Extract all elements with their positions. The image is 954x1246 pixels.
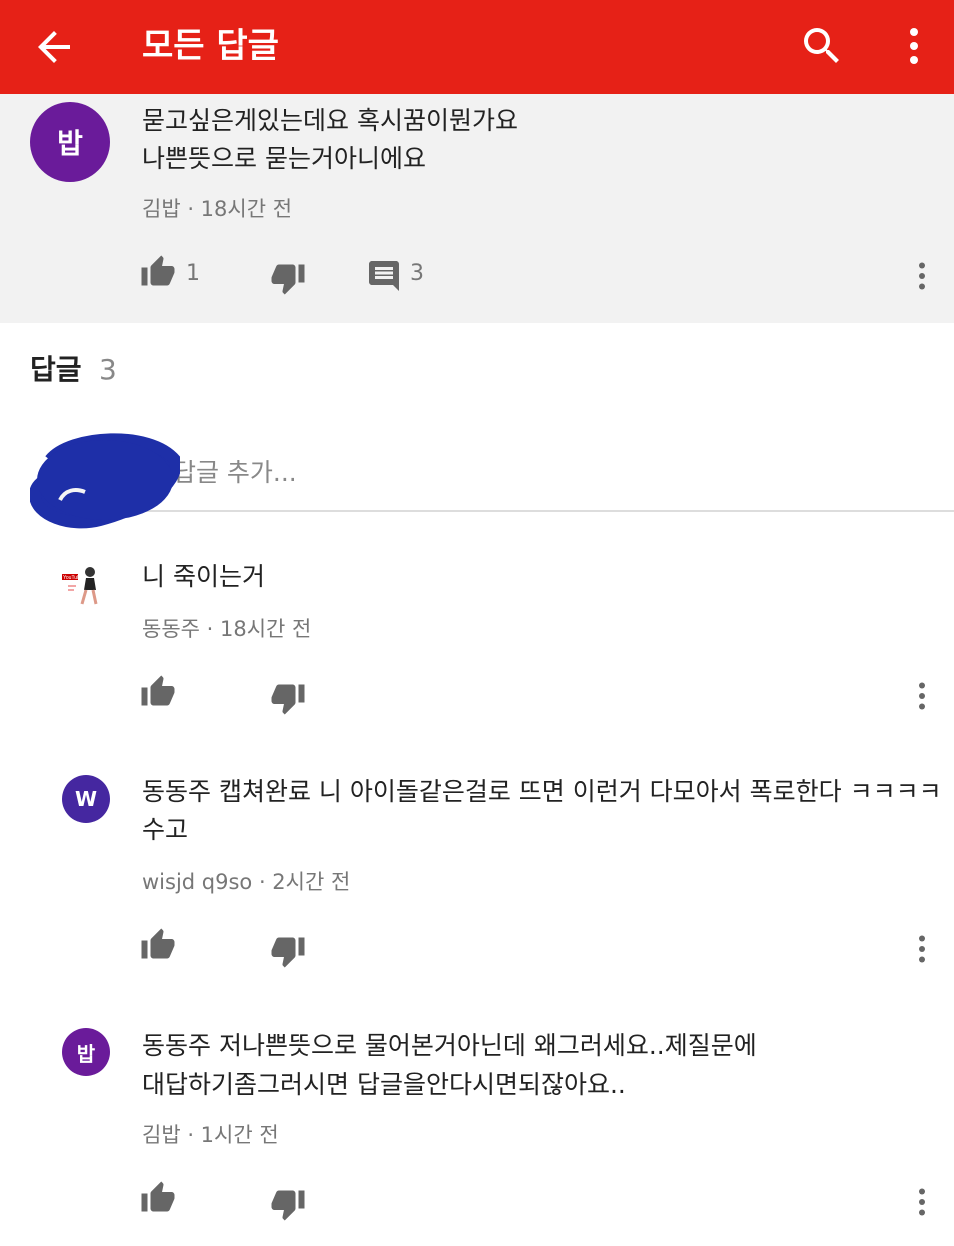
more-vert-icon[interactable] bbox=[904, 1184, 940, 1220]
more-vert-icon[interactable] bbox=[904, 931, 940, 967]
page-title: 모든 답글 bbox=[142, 26, 279, 66]
like-count: 1 bbox=[186, 261, 200, 286]
avatar[interactable]: YouTube bbox=[60, 560, 108, 608]
more-vert-icon[interactable] bbox=[890, 22, 938, 70]
comment-text-line: 수고 bbox=[142, 815, 189, 844]
comment-meta: 동동주 · 18시간 전 bbox=[142, 617, 312, 641]
more-vert-icon[interactable] bbox=[904, 258, 940, 294]
replies-count: 3 bbox=[99, 353, 117, 386]
comment-text-line: 묻고싶은게있는데요 혹시꿈이뭔가요 bbox=[142, 106, 518, 135]
avatar[interactable]: W bbox=[62, 775, 110, 823]
thumb-up-icon[interactable] bbox=[140, 674, 176, 710]
comment-text-line: 대답하기좀그러시면 답글을안다시면되잖아요.. bbox=[142, 1070, 626, 1099]
search-icon[interactable] bbox=[798, 22, 846, 70]
reply-comment-icon[interactable] bbox=[366, 258, 402, 294]
thumb-up-icon[interactable] bbox=[140, 927, 176, 963]
parent-comment: 밥 묻고싶은게있는데요 혹시꿈이뭔가요 나쁜뜻으로 묻는거아니에요 김밥 · 1… bbox=[0, 94, 954, 323]
replies-heading: 답글 bbox=[30, 353, 82, 386]
avatar-logo-text: YouTube bbox=[63, 575, 83, 581]
back-arrow-icon[interactable] bbox=[30, 23, 78, 71]
avatar-image: YouTube bbox=[62, 567, 98, 605]
comment-text-line: 나쁜뜻으로 묻는거아니에요 bbox=[142, 144, 426, 173]
thumb-up-icon[interactable] bbox=[140, 254, 176, 290]
redaction-scribble bbox=[30, 433, 180, 529]
more-vert-icon[interactable] bbox=[904, 678, 940, 714]
thumb-up-icon[interactable] bbox=[140, 1180, 176, 1216]
comment-meta: wisjd q9so · 2시간 전 bbox=[142, 870, 351, 894]
comment-text-line: 니 죽이는거 bbox=[142, 562, 265, 591]
comment-meta: 김밥 · 18시간 전 bbox=[142, 197, 293, 221]
app-bar: 모든 답글 bbox=[0, 0, 954, 94]
comment-text-line: 동동주 캡쳐완료 니 아이돌같은걸로 뜨면 이런거 다모아서 폭로한다 ㅋㅋㅋㅋ bbox=[142, 777, 942, 806]
divider bbox=[142, 510, 954, 512]
reply-count: 3 bbox=[410, 261, 424, 286]
thumb-down-icon[interactable] bbox=[270, 933, 306, 969]
avatar[interactable]: 밥 bbox=[62, 1028, 110, 1076]
thumb-down-icon[interactable] bbox=[270, 1186, 306, 1222]
thumb-down-icon[interactable] bbox=[270, 680, 306, 716]
thumb-down-icon[interactable] bbox=[270, 260, 306, 296]
comment-text-line: 동동주 저나쁜뜻으로 물어본거아닌데 왜그러세요..제질문에 bbox=[142, 1031, 757, 1060]
comment-meta: 김밥 · 1시간 전 bbox=[142, 1123, 279, 1147]
avatar[interactable]: 밥 bbox=[30, 102, 110, 182]
